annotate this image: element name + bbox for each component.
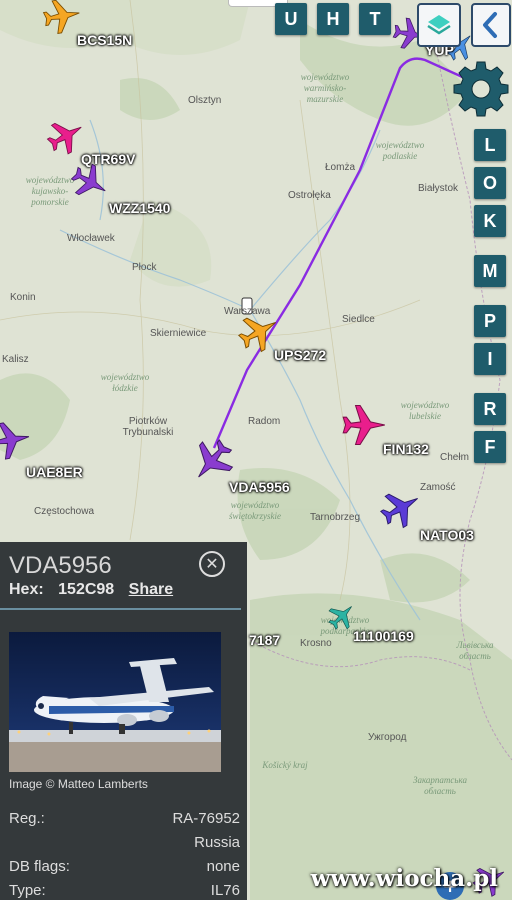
aircraft-label[interactable]: UPS272 [274,347,326,363]
toggle-button-r[interactable]: R [474,393,506,425]
toggle-button-o[interactable]: O [474,167,506,199]
toggle-button-m[interactable]: M [474,255,506,287]
gear-icon [453,61,509,117]
aircraft-label[interactable]: BCS15N [77,32,132,48]
toggle-button-k[interactable]: K [474,205,506,237]
toggle-button-l[interactable]: L [474,129,506,161]
aircraft-label[interactable]: FIN132 [383,441,429,457]
toggle-button-p[interactable]: P [474,305,506,337]
type-label: Type: [9,882,46,899]
reg-value: RA-76952 [172,810,240,827]
toggle-button-t[interactable]: T [359,3,391,35]
panel-callsign: VDA5956 [9,552,112,579]
layers-icon [427,15,451,35]
chevron-left-icon [483,12,497,38]
panel-divider [0,608,241,610]
toggle-button-h[interactable]: H [317,3,349,35]
db-flags-label: DB flags: [9,858,70,875]
aircraft-photo[interactable] [9,632,221,772]
aircraft-info-panel: VDA5956 ✕ Hex: 152C98 Share Image © Matt… [0,542,247,900]
type-value: IL76 [210,882,240,899]
close-circle-icon: ✕ [205,556,219,573]
aircraft-bcs15n[interactable] [41,0,83,36]
toggle-button-u[interactable]: U [275,3,307,35]
hex-label: Hex: [9,581,44,598]
settings-button[interactable] [452,60,510,118]
aircraft-label[interactable]: 7187 [249,632,280,648]
layers-button[interactable] [417,3,461,47]
aircraft-label[interactable]: QTR69V [81,151,135,167]
watermark-text: www.wiocha.pl [310,865,498,892]
reg-label: Reg.: [9,810,45,827]
close-button[interactable]: ✕ [199,551,225,577]
back-button[interactable] [471,3,511,47]
country-value: Russia [194,834,240,851]
aircraft-fin132[interactable] [342,404,386,446]
aircraft-label[interactable]: VDA5956 [229,479,290,495]
db-flags-value: none [206,858,240,875]
aircraft-uae8er[interactable] [0,418,33,462]
hex-value: 152C98 [58,581,115,598]
aircraft-label[interactable]: 11100169 [353,628,414,644]
toggle-button-i[interactable]: I [474,343,506,375]
hex-row: Hex: 152C98 Share [9,581,173,599]
photo-credit: Image © Matteo Lamberts [9,777,148,791]
aircraft-nato03[interactable] [374,482,428,534]
toggle-button-f[interactable]: F [474,431,506,463]
share-link[interactable]: Share [129,581,173,598]
aircraft-label[interactable]: NATO03 [420,527,474,543]
aircraft-label[interactable]: WZZ1540 [109,200,170,216]
aircraft-label[interactable]: UAE8ER [26,464,83,480]
